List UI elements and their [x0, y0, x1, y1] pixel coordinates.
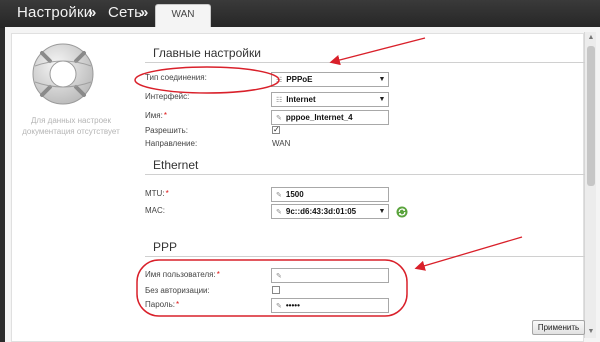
no-auth-checkbox[interactable]: [272, 286, 280, 294]
pencil-icon: ✎: [276, 208, 282, 216]
breadcrumb-separator: »: [140, 4, 149, 21]
help-text: Для данных настроек документация отсутст…: [22, 116, 120, 136]
pencil-icon: ✎: [276, 272, 282, 280]
scrollbar[interactable]: ▲ ▼: [584, 32, 596, 338]
scroll-down-icon[interactable]: ▼: [585, 326, 597, 338]
chevron-down-icon[interactable]: ▼: [376, 96, 388, 103]
no-auth-label: Без авторизации:: [145, 286, 210, 295]
username-input[interactable]: ✎: [271, 268, 389, 283]
list-icon: ☷: [276, 76, 283, 84]
breadcrumb-settings[interactable]: Настройки: [17, 4, 92, 21]
password-label: Пароль:*: [145, 300, 180, 309]
pencil-icon: ✎: [276, 114, 282, 122]
top-bar: Настройки » Сеть » WAN: [0, 0, 600, 28]
mtu-label: MTU:*: [145, 189, 169, 198]
name-input[interactable]: ✎ pppoe_Internet_4: [271, 110, 389, 125]
password-input[interactable]: ✎ •••••: [271, 298, 389, 313]
name-label: Имя:*: [145, 111, 167, 120]
tab-wan[interactable]: WAN: [155, 4, 211, 28]
interface-label: Интерфейс:: [145, 92, 190, 101]
refresh-icon[interactable]: [396, 206, 408, 218]
apply-button[interactable]: Применить: [532, 320, 585, 335]
mac-label: MAC:: [145, 206, 165, 215]
section-divider: [145, 62, 585, 63]
section-divider: [145, 174, 585, 175]
direction-label: Направление:: [145, 139, 198, 148]
enable-label: Разрешить:: [145, 126, 188, 135]
breadcrumb-network[interactable]: Сеть: [108, 4, 142, 21]
connection-type-label: Тип соединения:: [145, 73, 207, 82]
section-title-main: Главные настройки: [153, 46, 261, 60]
scroll-thumb[interactable]: [587, 46, 595, 186]
enable-checkbox[interactable]: ✓: [272, 126, 280, 134]
breadcrumb-separator: »: [88, 4, 97, 21]
chevron-down-icon[interactable]: ▼: [376, 208, 388, 215]
pencil-icon: ✎: [276, 302, 282, 310]
section-divider: [145, 256, 585, 257]
scroll-up-icon[interactable]: ▲: [585, 32, 597, 44]
connection-type-select[interactable]: ☷ PPPoE ▼: [271, 72, 389, 87]
mac-input[interactable]: ✎ 9c::d6:43:3d:01:05 ▼: [271, 204, 389, 219]
list-icon: ☷: [276, 96, 283, 104]
chevron-down-icon[interactable]: ▼: [376, 76, 388, 83]
direction-value: WAN: [272, 139, 291, 148]
username-label: Имя пользователя:*: [145, 270, 220, 279]
lifebuoy-icon: [32, 43, 94, 105]
interface-select[interactable]: ☷ Internet ▼: [271, 92, 389, 107]
mtu-input[interactable]: ✎ 1500: [271, 187, 389, 202]
section-title-ppp: PPP: [153, 240, 178, 254]
pencil-icon: ✎: [276, 191, 282, 199]
section-title-ethernet: Ethernet: [153, 158, 199, 172]
